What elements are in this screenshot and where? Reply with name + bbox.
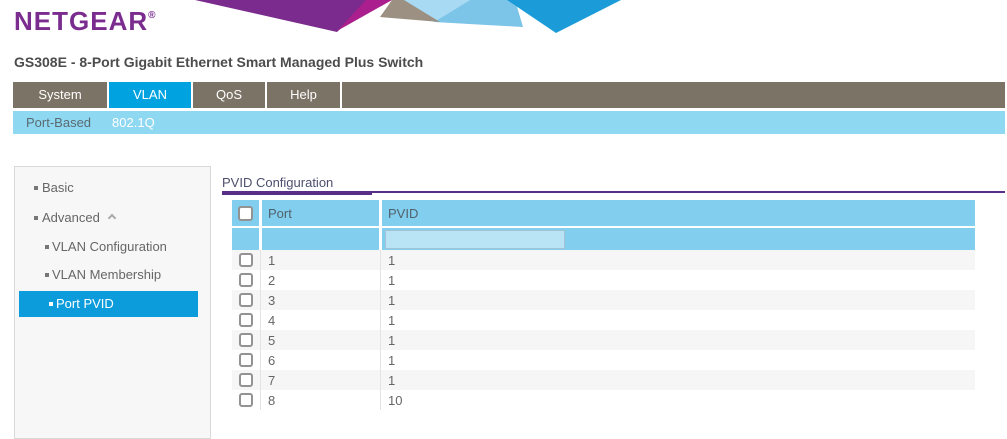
row-checkbox-cell: [232, 350, 259, 370]
tab-help[interactable]: Help: [267, 82, 342, 108]
sidebar-item-advanced[interactable]: Advanced: [15, 208, 210, 228]
row-checkbox[interactable]: [239, 253, 253, 267]
sidebar-item-label: VLAN Configuration: [52, 239, 167, 254]
filter-checkbox-cell: [232, 228, 259, 250]
row-checkbox-cell: [232, 290, 259, 310]
sidebar: Basic Advanced VLAN Configuration VLAN M…: [14, 166, 211, 439]
port-cell: 4: [262, 310, 379, 330]
collapse-caret-icon: [108, 214, 116, 222]
table-row: 5 1: [232, 330, 975, 350]
sidebar-item-vlan-membership[interactable]: VLAN Membership: [15, 265, 210, 285]
sub-nav: Port-Based 802.1Q: [13, 111, 1005, 134]
row-checkbox[interactable]: [239, 333, 253, 347]
row-checkbox[interactable]: [239, 393, 253, 407]
table-row: 7 1: [232, 370, 975, 390]
sidebar-item-basic[interactable]: Basic: [15, 178, 210, 198]
port-cell: 5: [262, 330, 379, 350]
row-checkbox-cell: [232, 370, 259, 390]
tab-qos[interactable]: QoS: [193, 82, 267, 108]
banner-shape-purple: [195, 0, 372, 32]
netgear-switch-admin-page: NETGEAR® GS308E - 8-Port Gigabit Etherne…: [0, 0, 1007, 439]
sidebar-item-port-pvid[interactable]: Port PVID: [19, 291, 198, 317]
subnav-8021q[interactable]: 802.1Q: [112, 115, 155, 130]
row-checkbox[interactable]: [239, 273, 253, 287]
table-body: 1 1 2 1 3 1 4 1 5 1: [232, 250, 975, 410]
sidebar-item-label: Port PVID: [56, 296, 114, 311]
bullet-icon: [49, 302, 53, 306]
bullet-icon: [45, 245, 49, 249]
page-title: PVID Configuration: [222, 175, 333, 190]
row-checkbox[interactable]: [239, 353, 253, 367]
row-checkbox-cell: [232, 250, 259, 270]
port-filter-cell: [262, 228, 379, 250]
pvid-filter-input[interactable]: [385, 230, 565, 249]
port-cell: 1: [262, 250, 379, 270]
port-cell: 7: [262, 370, 379, 390]
pvid-column-header: PVID: [382, 200, 975, 226]
select-all-checkbox[interactable]: [238, 206, 253, 221]
pvid-cell: 1: [382, 310, 975, 330]
row-checkbox[interactable]: [239, 373, 253, 387]
table-row: 3 1: [232, 290, 975, 310]
tab-system[interactable]: System: [13, 82, 109, 108]
title-rule-accent: [222, 191, 372, 195]
product-title: GS308E - 8-Port Gigabit Ethernet Smart M…: [14, 54, 423, 70]
table-row: 6 1: [232, 350, 975, 370]
sidebar-item-label: VLAN Membership: [52, 267, 161, 282]
table-filter-row: [232, 228, 975, 250]
tab-vlan[interactable]: VLAN: [109, 82, 193, 108]
pvid-cell: 1: [382, 350, 975, 370]
pvid-cell: 1: [382, 270, 975, 290]
sidebar-item-label: Basic: [42, 180, 74, 195]
table-row: 8 10: [232, 390, 975, 410]
bullet-icon: [34, 216, 38, 220]
row-checkbox[interactable]: [239, 313, 253, 327]
header-checkbox-cell: [232, 200, 259, 226]
table-row: 2 1: [232, 270, 975, 290]
pvid-cell: 1: [382, 290, 975, 310]
sidebar-item-label: Advanced: [42, 210, 100, 225]
table-row: 4 1: [232, 310, 975, 330]
logo-text: NETGEAR: [14, 6, 148, 36]
pvid-cell: 1: [382, 330, 975, 350]
table-header-row: Port PVID: [232, 200, 975, 226]
registered-mark: ®: [148, 10, 155, 21]
bullet-icon: [45, 273, 49, 277]
port-cell: 8: [262, 390, 379, 410]
pvid-cell: 1: [382, 250, 975, 270]
row-checkbox[interactable]: [239, 293, 253, 307]
row-checkbox-cell: [232, 330, 259, 350]
row-checkbox-cell: [232, 390, 259, 410]
table-row: 1 1: [232, 250, 975, 270]
row-checkbox-cell: [232, 270, 259, 290]
main-nav: System VLAN QoS Help: [13, 82, 1005, 108]
pvid-table: Port PVID 1 1 2 1: [232, 200, 975, 410]
row-checkbox-cell: [232, 310, 259, 330]
netgear-logo: NETGEAR®: [14, 6, 156, 37]
banner-shape-bright-blue: [507, 0, 621, 33]
pvid-cell: 10: [382, 390, 975, 410]
bullet-icon: [34, 186, 38, 190]
subnav-port-based[interactable]: Port-Based: [26, 115, 91, 130]
port-cell: 2: [262, 270, 379, 290]
port-cell: 6: [262, 350, 379, 370]
port-column-header: Port: [262, 200, 379, 226]
port-cell: 3: [262, 290, 379, 310]
sidebar-item-vlan-configuration[interactable]: VLAN Configuration: [15, 237, 210, 257]
pvid-cell: 1: [382, 370, 975, 390]
